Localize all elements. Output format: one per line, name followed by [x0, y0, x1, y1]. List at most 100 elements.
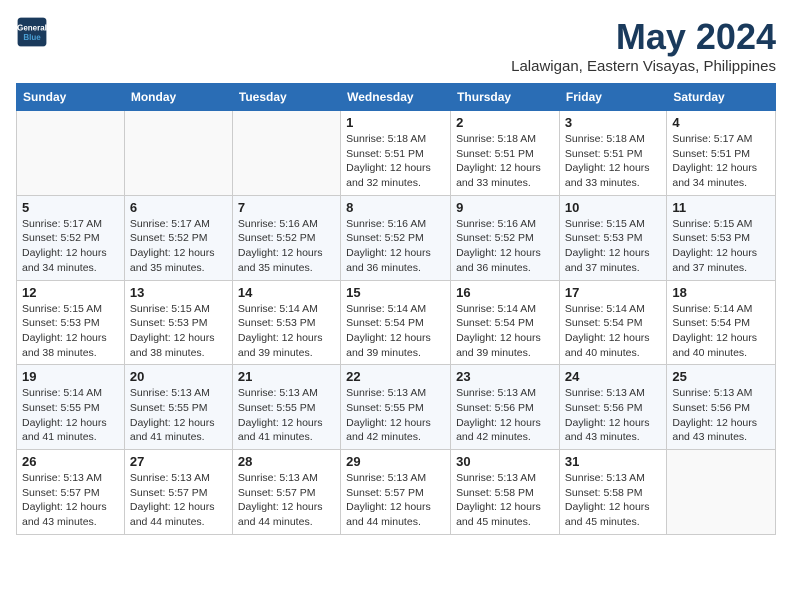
day-info: Sunrise: 5:18 AM Sunset: 5:51 PM Dayligh…	[346, 132, 445, 191]
month-title: May 2024	[511, 16, 776, 58]
calendar-cell: 23 Sunrise: 5:13 AM Sunset: 5:56 PM Dayli…	[451, 365, 560, 450]
day-number: 29	[346, 454, 445, 469]
day-info: Sunrise: 5:18 AM Sunset: 5:51 PM Dayligh…	[456, 132, 554, 191]
logo: General Blue	[16, 16, 48, 48]
calendar-cell: 2Sunrise: 5:18 AM Sunset: 5:51 PM Daylig…	[451, 111, 560, 196]
calendar-cell: 19 Sunrise: 5:14 AM Sunset: 5:55 PM Dayli…	[17, 365, 125, 450]
day-number: 13	[130, 285, 227, 300]
title-block: May 2024 Lalawigan, Eastern Visayas, Phi…	[511, 16, 776, 75]
day-info: Sunrise: 5:15 AM Sunset: 5:53 PM Dayligh…	[22, 302, 119, 361]
calendar-cell	[667, 450, 776, 535]
calendar-cell: 21Sunrise: 5:13 AM Sunset: 5:55 PM Dayli…	[232, 365, 340, 450]
day-info: Sunrise: 5:13 AM Sunset: 5:56 PM Dayligh…	[565, 386, 661, 445]
day-info: Sunrise: 5:16 AM Sunset: 5:52 PM Dayligh…	[238, 217, 335, 276]
calendar-cell: 8 Sunrise: 5:16 AM Sunset: 5:52 PM Daylig…	[341, 195, 451, 280]
day-info: Sunrise: 5:13 AM Sunset: 5:55 PM Dayligh…	[346, 386, 445, 445]
calendar-cell: 20 Sunrise: 5:13 AM Sunset: 5:55 PM Dayli…	[124, 365, 232, 450]
day-info: Sunrise: 5:15 AM Sunset: 5:53 PM Dayligh…	[130, 302, 227, 361]
day-info: Sunrise: 5:17 AM Sunset: 5:52 PM Dayligh…	[130, 217, 227, 276]
col-header-tuesday: Tuesday	[232, 84, 340, 111]
day-number: 8	[346, 200, 445, 215]
day-number: 18	[672, 285, 770, 300]
day-number: 23	[456, 369, 554, 384]
day-info: Sunrise: 5:13 AM Sunset: 5:58 PM Dayligh…	[456, 471, 554, 530]
day-info: Sunrise: 5:17 AM Sunset: 5:52 PM Dayligh…	[22, 217, 119, 276]
day-number: 10	[565, 200, 661, 215]
calendar-cell: 11 Sunrise: 5:15 AM Sunset: 5:53 PM Dayli…	[667, 195, 776, 280]
calendar-cell: 26 Sunrise: 5:13 AM Sunset: 5:57 PM Dayli…	[17, 450, 125, 535]
day-number: 14	[238, 285, 335, 300]
day-number: 16	[456, 285, 554, 300]
day-number: 26	[22, 454, 119, 469]
col-header-friday: Friday	[559, 84, 666, 111]
day-info: Sunrise: 5:13 AM Sunset: 5:55 PM Dayligh…	[238, 386, 335, 445]
day-info: Sunrise: 5:14 AM Sunset: 5:53 PM Dayligh…	[238, 302, 335, 361]
col-header-saturday: Saturday	[667, 84, 776, 111]
day-number: 15	[346, 285, 445, 300]
day-info: Sunrise: 5:13 AM Sunset: 5:57 PM Dayligh…	[346, 471, 445, 530]
day-number: 22	[346, 369, 445, 384]
calendar-cell: 3 Sunrise: 5:18 AM Sunset: 5:51 PM Daylig…	[559, 111, 666, 196]
day-number: 1	[346, 115, 445, 130]
logo-icon: General Blue	[16, 16, 48, 48]
day-number: 19	[22, 369, 119, 384]
calendar-cell: 5 Sunrise: 5:17 AM Sunset: 5:52 PM Daylig…	[17, 195, 125, 280]
day-info: Sunrise: 5:13 AM Sunset: 5:56 PM Dayligh…	[456, 386, 554, 445]
col-header-sunday: Sunday	[17, 84, 125, 111]
calendar-cell: 10 Sunrise: 5:15 AM Sunset: 5:53 PM Dayli…	[559, 195, 666, 280]
day-info: Sunrise: 5:16 AM Sunset: 5:52 PM Dayligh…	[456, 217, 554, 276]
calendar-cell: 7 Sunrise: 5:16 AM Sunset: 5:52 PM Daylig…	[232, 195, 340, 280]
calendar-cell: 25 Sunrise: 5:13 AM Sunset: 5:56 PM Dayli…	[667, 365, 776, 450]
svg-text:General: General	[17, 23, 47, 32]
day-number: 24	[565, 369, 661, 384]
col-header-monday: Monday	[124, 84, 232, 111]
location: Lalawigan, Eastern Visayas, Philippines	[511, 58, 776, 75]
calendar-cell: 9 Sunrise: 5:16 AM Sunset: 5:52 PM Daylig…	[451, 195, 560, 280]
calendar-cell	[232, 111, 340, 196]
day-info: Sunrise: 5:14 AM Sunset: 5:55 PM Dayligh…	[22, 386, 119, 445]
calendar-cell: 13 Sunrise: 5:15 AM Sunset: 5:53 PM Dayli…	[124, 280, 232, 365]
calendar-cell: 22 Sunrise: 5:13 AM Sunset: 5:55 PM Dayli…	[341, 365, 451, 450]
calendar-cell: 17Sunrise: 5:14 AM Sunset: 5:54 PM Dayli…	[559, 280, 666, 365]
col-header-thursday: Thursday	[451, 84, 560, 111]
calendar-cell: 24 Sunrise: 5:13 AM Sunset: 5:56 PM Dayli…	[559, 365, 666, 450]
calendar-cell	[124, 111, 232, 196]
day-number: 7	[238, 200, 335, 215]
day-info: Sunrise: 5:13 AM Sunset: 5:56 PM Dayligh…	[672, 386, 770, 445]
calendar-cell: 29 Sunrise: 5:13 AM Sunset: 5:57 PM Dayli…	[341, 450, 451, 535]
day-number: 25	[672, 369, 770, 384]
day-number: 11	[672, 200, 770, 215]
day-number: 9	[456, 200, 554, 215]
calendar-cell: 31Sunrise: 5:13 AM Sunset: 5:58 PM Dayli…	[559, 450, 666, 535]
day-number: 12	[22, 285, 119, 300]
day-info: Sunrise: 5:16 AM Sunset: 5:52 PM Dayligh…	[346, 217, 445, 276]
day-number: 4	[672, 115, 770, 130]
calendar-cell: 30 Sunrise: 5:13 AM Sunset: 5:58 PM Dayli…	[451, 450, 560, 535]
calendar-cell: 4Sunrise: 5:17 AM Sunset: 5:51 PM Daylig…	[667, 111, 776, 196]
day-info: Sunrise: 5:14 AM Sunset: 5:54 PM Dayligh…	[456, 302, 554, 361]
calendar-cell: 1 Sunrise: 5:18 AM Sunset: 5:51 PM Daylig…	[341, 111, 451, 196]
day-number: 20	[130, 369, 227, 384]
calendar-cell: 27 Sunrise: 5:13 AM Sunset: 5:57 PM Dayli…	[124, 450, 232, 535]
day-info: Sunrise: 5:13 AM Sunset: 5:57 PM Dayligh…	[238, 471, 335, 530]
calendar-cell: 28 Sunrise: 5:13 AM Sunset: 5:57 PM Dayli…	[232, 450, 340, 535]
day-number: 17	[565, 285, 661, 300]
calendar-table: SundayMondayTuesdayWednesdayThursdayFrid…	[16, 83, 776, 535]
day-info: Sunrise: 5:15 AM Sunset: 5:53 PM Dayligh…	[672, 217, 770, 276]
calendar-cell: 15Sunrise: 5:14 AM Sunset: 5:54 PM Dayli…	[341, 280, 451, 365]
day-info: Sunrise: 5:13 AM Sunset: 5:55 PM Dayligh…	[130, 386, 227, 445]
day-info: Sunrise: 5:13 AM Sunset: 5:57 PM Dayligh…	[22, 471, 119, 530]
col-header-wednesday: Wednesday	[341, 84, 451, 111]
day-info: Sunrise: 5:13 AM Sunset: 5:57 PM Dayligh…	[130, 471, 227, 530]
day-number: 6	[130, 200, 227, 215]
day-info: Sunrise: 5:15 AM Sunset: 5:53 PM Dayligh…	[565, 217, 661, 276]
day-number: 5	[22, 200, 119, 215]
day-number: 30	[456, 454, 554, 469]
day-info: Sunrise: 5:18 AM Sunset: 5:51 PM Dayligh…	[565, 132, 661, 191]
day-info: Sunrise: 5:13 AM Sunset: 5:58 PM Dayligh…	[565, 471, 661, 530]
page-header: General Blue May 2024 Lalawigan, Eastern…	[16, 16, 776, 75]
day-number: 27	[130, 454, 227, 469]
day-number: 3	[565, 115, 661, 130]
calendar-cell: 12 Sunrise: 5:15 AM Sunset: 5:53 PM Dayli…	[17, 280, 125, 365]
day-number: 28	[238, 454, 335, 469]
